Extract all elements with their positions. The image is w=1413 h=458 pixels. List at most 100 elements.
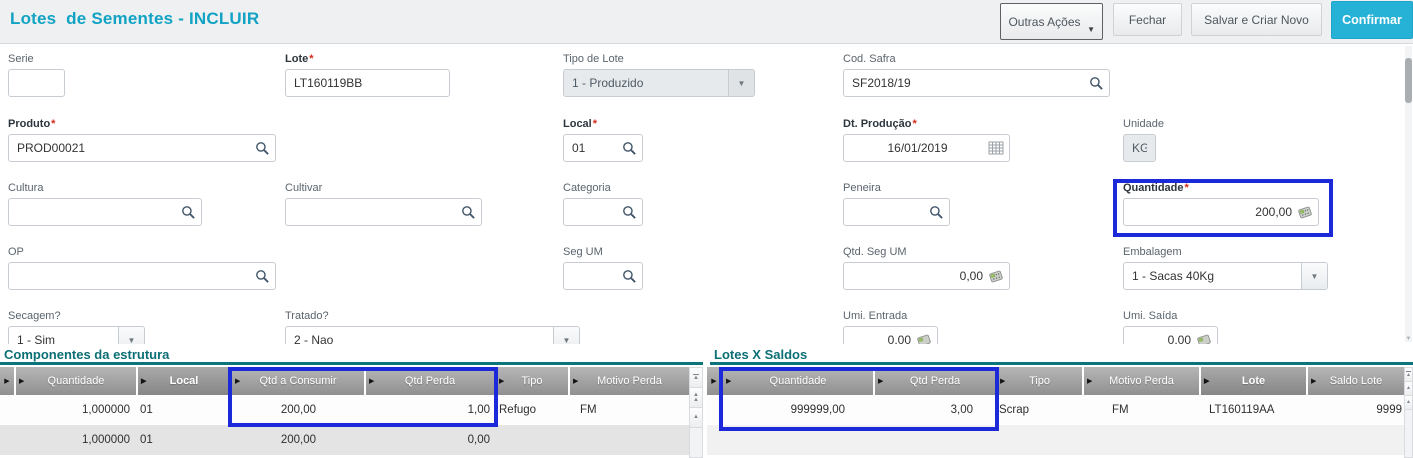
lotes-saldos-title: Lotes X Saldos [714,347,807,362]
scroll-page-up-button[interactable]: ▲▲ [690,388,702,408]
col-header-tipo[interactable]: ▶Tipo [496,367,568,395]
col-header-motivo-perda[interactable]: ▶Motivo Perda [1084,367,1199,395]
produto-input[interactable] [9,135,275,161]
col-header-quantidade[interactable]: ▶Quantidade [16,367,136,395]
scrollbar-thumb[interactable] [1405,58,1412,103]
cell-motivo-perda[interactable]: FM [570,396,689,424]
col-header-motivo-perda[interactable]: ▶Motivo Perda [570,367,689,395]
outras-acoes-button[interactable]: Outras Ações ▼ [1000,3,1103,40]
scroll-up-button[interactable]: ▲ [1405,396,1412,410]
quantidade-label: Quantidade* [1123,182,1319,195]
qtd-seg-um-input[interactable] [844,263,1009,289]
cell-local[interactable]: 01 [138,425,230,455]
cell-qtd-perda[interactable]: 3,00 [875,396,995,424]
tipo-de-lote-select[interactable]: 1 - Produzido ▼ [563,69,755,97]
search-icon[interactable] [254,140,270,156]
scroll-first-button[interactable]: ▲ [1405,368,1412,382]
salvar-criar-novo-button[interactable]: Salvar e Criar Novo [1191,3,1322,36]
search-icon[interactable] [928,204,944,220]
scroll-up-button[interactable]: ▲ [690,408,702,428]
lotes-saldos-grid-scrollbar[interactable]: ▲ ▲ ▲ [1404,367,1413,458]
cell-qtd-perda[interactable]: 0,00 [366,425,494,455]
cell-qtd-a-consumir[interactable]: 200,00 [232,396,364,424]
dt-producao-label: Dt. Produção* [843,118,1010,131]
componentes-row-2[interactable]: 1,000000 01 200,00 0,00 [0,425,689,455]
lote-field-group: Lote* [285,53,450,97]
col-header-qtd-perda[interactable]: ▶Qtd Perda [875,367,995,395]
embalagem-select[interactable]: 1 - Sacas 40Kg ▼ [1123,262,1328,290]
fechar-button[interactable]: Fechar [1113,3,1182,36]
cell-quantidade[interactable]: 999999,00 [723,396,873,424]
col-header-tipo[interactable]: ▶Tipo [997,367,1082,395]
cell-motivo-perda[interactable]: FM [1084,396,1199,424]
op-label: OP [8,246,276,259]
form-scrollbar[interactable] [1405,46,1412,342]
peneira-label: Peneira [843,182,950,195]
chevron-down-icon: ▼ [1087,25,1095,34]
col-header-saldo-lote[interactable]: ▶Saldo Lote [1308,367,1404,395]
calculator-icon[interactable] [1297,204,1313,220]
scroll-first-button[interactable]: ▲ [690,368,702,388]
cultivar-field-group: Cultivar [285,182,482,226]
componentes-header-row: ▶ ▶Quantidade ▶Local ▶Qtd a Consumir ▶Qt… [0,367,689,395]
quantidade-input[interactable] [1124,199,1318,225]
lotes-saldos-row-1[interactable]: 999999,00 3,00 Scrap FM LT160119AA 9999 [707,396,1404,424]
cultivar-label: Cultivar [285,182,482,195]
cell-motivo-perda[interactable] [570,425,689,455]
qtd-seg-um-label: Qtd. Seg UM [843,246,1010,259]
cultura-field-group: Cultura [8,182,202,226]
search-icon[interactable] [621,204,637,220]
produto-field-group: Produto* [8,118,276,162]
scroll-page-up-button[interactable]: ▲ [1405,382,1412,396]
salvar-label: Salvar e Criar Novo [1204,13,1309,27]
cell-local[interactable]: 01 [138,396,230,424]
componentes-grid-scrollbar[interactable]: ▲ ▲▲ ▲ [689,367,703,458]
lotes-sementes-window: Lotes de Sementes - INCLUIR Outras Ações… [0,0,1413,458]
cell-quantidade[interactable]: 1,000000 [16,396,136,424]
search-icon[interactable] [621,140,637,156]
cell-quantidade[interactable]: 1,000000 [16,425,136,455]
op-input[interactable] [9,263,275,289]
scroll-down-icon[interactable]: ▼ [1404,336,1413,342]
header-bar: Lotes de Sementes - INCLUIR Outras Ações… [0,0,1413,44]
calculator-icon[interactable] [988,268,1004,284]
lote-input[interactable] [286,70,449,96]
unidade-input [1124,135,1155,161]
cell-tipo[interactable] [496,425,568,455]
cell-lote[interactable]: LT160119AA [1201,396,1306,424]
serie-field-group: Serie [8,53,65,97]
col-header-local[interactable]: ▶Local [138,367,230,395]
search-icon[interactable] [621,268,637,284]
cell-qtd-perda[interactable]: 1,00 [366,396,494,424]
cod-safra-input[interactable] [844,70,1109,96]
cell-tipo[interactable]: Refugo [496,396,568,424]
chevron-down-icon[interactable]: ▼ [1301,263,1327,289]
cell-qtd-a-consumir[interactable]: 200,00 [232,425,364,455]
row-marker-cell: ▶ [0,367,14,395]
col-header-qtd-a-consumir[interactable]: ▶Qtd a Consumir [232,367,364,395]
search-icon[interactable] [180,204,196,220]
unidade-field-group: Unidade [1123,118,1156,162]
cell-saldo-lote[interactable]: 9999 [1308,396,1404,424]
chevron-down-icon[interactable]: ▼ [728,70,754,96]
cultura-input[interactable] [9,199,201,225]
search-icon[interactable] [460,204,476,220]
serie-input[interactable] [9,70,64,96]
cell-tipo[interactable]: Scrap [997,396,1082,424]
play-arrow-icon: ▶ [573,377,578,385]
embalagem-label: Embalagem [1123,246,1328,259]
lotes-saldos-row-2[interactable] [707,425,1404,455]
componentes-title: Componentes da estrutura [4,347,169,362]
col-header-lote[interactable]: ▶Lote [1201,367,1306,395]
cultivar-input[interactable] [286,199,481,225]
componentes-row-1[interactable]: 1,000000 01 200,00 1,00 Refugo FM [0,396,689,424]
search-icon[interactable] [254,268,270,284]
col-header-qtd-perda[interactable]: ▶Qtd Perda [366,367,494,395]
dt-producao-input[interactable] [844,135,1009,161]
embalagem-value: 1 - Sacas 40Kg [1124,263,1301,289]
search-icon[interactable] [1088,75,1104,91]
col-header-quantidade[interactable]: ▶Quantidade [723,367,873,395]
confirmar-button[interactable]: Confirmar [1331,1,1413,39]
calendar-icon[interactable] [988,140,1004,156]
lote-label: Lote* [285,53,450,66]
